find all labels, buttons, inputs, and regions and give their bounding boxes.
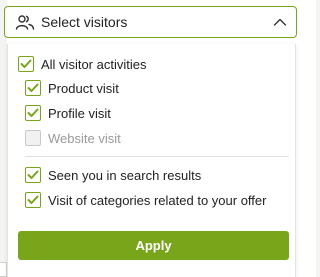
option-website-visit[interactable]: Website visit <box>25 130 121 146</box>
option-visit-of-categories[interactable]: Visit of categories related to your offe… <box>25 192 266 208</box>
checkbox-checked[interactable] <box>18 56 34 72</box>
option-label: Product visit <box>48 80 119 96</box>
checkmark-icon <box>27 83 39 92</box>
background-field-edge <box>0 262 7 277</box>
apply-button[interactable]: Apply <box>18 231 289 260</box>
option-label: Profile visit <box>48 105 111 121</box>
checkbox-checked[interactable] <box>25 167 41 183</box>
option-profile-visit[interactable]: Profile visit <box>25 105 111 121</box>
users-icon <box>15 15 35 30</box>
option-label: Visit of categories related to your offe… <box>48 192 267 208</box>
option-product-visit[interactable]: Product visit <box>25 80 119 96</box>
option-label: All visitor activities <box>41 56 147 72</box>
checkbox-checked[interactable] <box>25 80 41 96</box>
checkmark-icon <box>20 59 32 68</box>
page-background-left <box>0 0 7 277</box>
checkmark-icon <box>27 108 39 117</box>
option-label: Website visit <box>48 130 121 146</box>
option-label: Seen you in search results <box>48 167 202 183</box>
checkbox-disabled[interactable] <box>25 130 41 146</box>
visitor-select[interactable]: Select visitors <box>4 6 297 38</box>
option-all-visitor-activities[interactable]: All visitor activities <box>18 56 146 72</box>
options-divider <box>25 156 289 157</box>
page-background-right <box>316 0 320 277</box>
visitor-select-label: Select visitors <box>41 14 128 30</box>
chevron-up-icon[interactable] <box>273 16 287 28</box>
checkmark-icon <box>27 195 39 204</box>
checkbox-checked[interactable] <box>25 192 41 208</box>
visitor-dropdown-panel: All visitor activities Product visit Pro… <box>7 44 296 277</box>
option-seen-in-search-results[interactable]: Seen you in search results <box>25 167 201 183</box>
checkmark-icon <box>27 170 39 179</box>
checkbox-checked[interactable] <box>25 105 41 121</box>
